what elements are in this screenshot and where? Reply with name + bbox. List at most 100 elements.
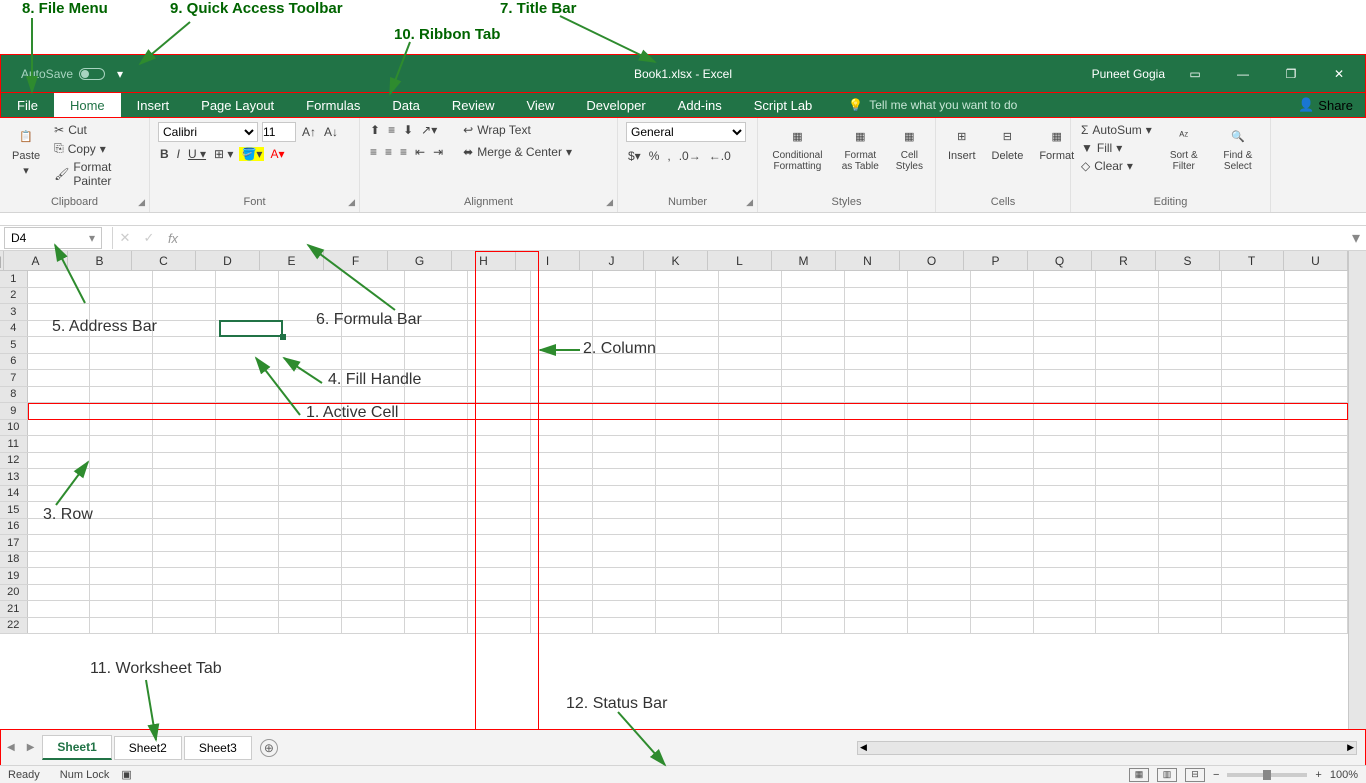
- cell[interactable]: [593, 354, 656, 370]
- cell[interactable]: [216, 618, 279, 634]
- row-header-3[interactable]: 3: [0, 304, 28, 320]
- cell[interactable]: [279, 601, 342, 617]
- cell[interactable]: [782, 568, 845, 584]
- ribbon-display-icon[interactable]: ▭: [1177, 62, 1213, 86]
- cell[interactable]: [216, 354, 279, 370]
- cell[interactable]: [782, 552, 845, 568]
- cell[interactable]: [90, 354, 153, 370]
- cell[interactable]: [1222, 420, 1285, 436]
- cell[interactable]: [656, 436, 719, 452]
- zoom-slider[interactable]: [1227, 773, 1307, 777]
- cell[interactable]: [90, 271, 153, 287]
- cell[interactable]: [531, 288, 594, 304]
- cell[interactable]: [279, 453, 342, 469]
- cell[interactable]: [719, 321, 782, 337]
- cell[interactable]: [153, 354, 216, 370]
- cell[interactable]: [468, 387, 531, 403]
- tab-view[interactable]: View: [510, 93, 570, 117]
- cell[interactable]: [1222, 486, 1285, 502]
- cell[interactable]: [593, 502, 656, 518]
- row-header-4[interactable]: 4: [0, 321, 28, 337]
- cell[interactable]: [1034, 304, 1097, 320]
- cell[interactable]: [405, 552, 468, 568]
- currency-icon[interactable]: $▾: [626, 148, 643, 164]
- row-header-11[interactable]: 11: [0, 436, 28, 452]
- cell[interactable]: [782, 304, 845, 320]
- cell[interactable]: [279, 519, 342, 535]
- cell[interactable]: [216, 420, 279, 436]
- cell[interactable]: [90, 321, 153, 337]
- cell[interactable]: [342, 469, 405, 485]
- cell[interactable]: [1222, 403, 1285, 419]
- cell[interactable]: [719, 271, 782, 287]
- cell[interactable]: [1096, 288, 1159, 304]
- row-header-14[interactable]: 14: [0, 486, 28, 502]
- cell[interactable]: [216, 337, 279, 353]
- cell[interactable]: [1285, 387, 1348, 403]
- cell[interactable]: [782, 601, 845, 617]
- launcher-icon[interactable]: ◢: [606, 197, 613, 208]
- align-center-icon[interactable]: ≡: [383, 144, 394, 160]
- cell[interactable]: [908, 420, 971, 436]
- cell[interactable]: [1096, 304, 1159, 320]
- cell[interactable]: [1034, 469, 1097, 485]
- cell[interactable]: [405, 420, 468, 436]
- cell[interactable]: [1096, 436, 1159, 452]
- cell[interactable]: [279, 304, 342, 320]
- cell[interactable]: [1222, 535, 1285, 551]
- cell[interactable]: [1285, 486, 1348, 502]
- cell[interactable]: [656, 354, 719, 370]
- cell[interactable]: [719, 601, 782, 617]
- cell[interactable]: [1034, 354, 1097, 370]
- cell[interactable]: [1285, 304, 1348, 320]
- cell[interactable]: [28, 321, 91, 337]
- cell[interactable]: [908, 618, 971, 634]
- cell[interactable]: [782, 502, 845, 518]
- cell[interactable]: [719, 453, 782, 469]
- cell[interactable]: [531, 304, 594, 320]
- cell[interactable]: [28, 486, 91, 502]
- cell[interactable]: [656, 420, 719, 436]
- cell[interactable]: [216, 568, 279, 584]
- cell[interactable]: [782, 453, 845, 469]
- tab-addins[interactable]: Add-ins: [662, 93, 738, 117]
- cell[interactable]: [656, 370, 719, 386]
- cell[interactable]: [1159, 337, 1222, 353]
- cell[interactable]: [1285, 585, 1348, 601]
- share-button[interactable]: 👤 Share: [1298, 93, 1353, 117]
- cell[interactable]: [971, 552, 1034, 568]
- increase-font-icon[interactable]: A↑: [300, 124, 318, 140]
- tab-page-layout[interactable]: Page Layout: [185, 93, 290, 117]
- cell[interactable]: [971, 453, 1034, 469]
- fill-button[interactable]: ▼Fill▾: [1079, 140, 1154, 156]
- cell[interactable]: [845, 618, 908, 634]
- sheet-tab-2[interactable]: Sheet2: [114, 736, 182, 760]
- cell[interactable]: [719, 585, 782, 601]
- insert-cells-button[interactable]: ⊞Insert: [944, 122, 980, 164]
- cell[interactable]: [908, 601, 971, 617]
- orientation-icon[interactable]: ↗▾: [419, 122, 439, 138]
- row-header-2[interactable]: 2: [0, 288, 28, 304]
- cell[interactable]: [405, 469, 468, 485]
- comma-icon[interactable]: ,: [665, 148, 672, 164]
- cell[interactable]: [1222, 304, 1285, 320]
- sheet-tab-3[interactable]: Sheet3: [184, 736, 252, 760]
- cell[interactable]: [468, 469, 531, 485]
- cell[interactable]: [908, 436, 971, 452]
- cell[interactable]: [1222, 453, 1285, 469]
- cell[interactable]: [216, 403, 279, 419]
- cell[interactable]: [782, 585, 845, 601]
- cell[interactable]: [468, 271, 531, 287]
- cell[interactable]: [153, 535, 216, 551]
- cell[interactable]: [28, 387, 91, 403]
- cell[interactable]: [1096, 370, 1159, 386]
- cell[interactable]: [845, 420, 908, 436]
- sheet-tab-1[interactable]: Sheet1: [42, 735, 111, 760]
- cell[interactable]: [656, 502, 719, 518]
- paste-button[interactable]: 📋 Paste ▾: [8, 122, 44, 179]
- cell[interactable]: [593, 552, 656, 568]
- page-break-view-icon[interactable]: ⊟: [1185, 768, 1205, 782]
- cell[interactable]: [845, 568, 908, 584]
- sheet-nav-next-icon[interactable]: ▶: [21, 742, 41, 753]
- column-header-J[interactable]: J: [580, 251, 644, 270]
